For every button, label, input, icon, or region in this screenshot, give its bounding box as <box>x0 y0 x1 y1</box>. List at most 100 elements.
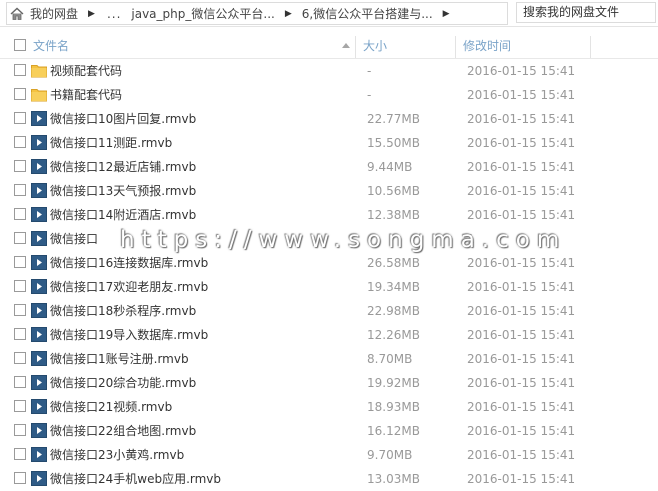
video-file-icon <box>31 447 47 462</box>
file-date: 2016-01-15 15:41 <box>467 304 576 318</box>
breadcrumb-folder-2[interactable]: 6,微信公众平台搭建与... <box>298 5 437 22</box>
file-row[interactable]: 微信接口22组合地图.rmvb 16.12MB 2016-01-15 15:41 <box>0 419 658 443</box>
file-size: 10.56MB <box>367 184 420 198</box>
select-all-checkbox[interactable] <box>14 39 26 51</box>
file-date: 2016-01-15 15:41 <box>467 424 576 438</box>
row-checkbox[interactable] <box>14 304 26 316</box>
column-divider[interactable] <box>590 36 591 58</box>
file-name[interactable]: 微信接口10图片回复.rmvb <box>50 107 196 131</box>
file-name[interactable]: 微信接口22组合地图.rmvb <box>50 419 196 443</box>
file-size: 12.26MB <box>367 328 420 342</box>
file-name[interactable]: 微信接口11测距.rmvb <box>50 131 172 155</box>
file-date: 2016-01-15 15:41 <box>467 160 576 174</box>
column-divider[interactable] <box>355 36 356 58</box>
home-icon[interactable] <box>10 7 24 21</box>
file-date: 2016-01-15 15:41 <box>467 208 576 222</box>
file-row[interactable]: 微信接口10图片回复.rmvb 22.77MB 2016-01-15 15:41 <box>0 107 658 131</box>
file-name[interactable]: 微信接口24手机web应用.rmvb <box>50 467 221 491</box>
file-name[interactable]: 微信接口21视频.rmvb <box>50 395 172 419</box>
file-row[interactable]: 微信接口23小黄鸡.rmvb 9.70MB 2016-01-15 15:41 <box>0 443 658 467</box>
file-row[interactable]: 微信接口17欢迎老朋友.rmvb 19.34MB 2016-01-15 15:41 <box>0 275 658 299</box>
column-size[interactable]: 大小 <box>363 34 387 58</box>
video-file-icon <box>31 207 47 222</box>
row-checkbox[interactable] <box>14 256 26 268</box>
file-row[interactable]: 书籍配套代码 - 2016-01-15 15:41 <box>0 83 658 107</box>
video-file-icon <box>31 303 47 318</box>
file-row[interactable]: 微信接口16连接数据库.rmvb 26.58MB 2016-01-15 15:41 <box>0 251 658 275</box>
breadcrumb-root[interactable]: 我的网盘 <box>26 5 82 22</box>
column-date[interactable]: 修改时间 <box>463 34 511 58</box>
file-name[interactable]: 微信接口14附近酒店.rmvb <box>50 203 196 227</box>
row-checkbox[interactable] <box>14 88 26 100</box>
file-row[interactable]: 微信接口21视频.rmvb 18.93MB 2016-01-15 15:41 <box>0 395 658 419</box>
file-name[interactable]: 微信接口20综合功能.rmvb <box>50 371 196 395</box>
file-row[interactable]: 微信接口13天气预报.rmvb 10.56MB 2016-01-15 15:41 <box>0 179 658 203</box>
video-file-icon <box>31 399 47 414</box>
file-name[interactable]: 书籍配套代码 <box>50 83 122 107</box>
row-checkbox[interactable] <box>14 448 26 460</box>
row-checkbox[interactable] <box>14 112 26 124</box>
file-row[interactable]: 微信接口19导入数据库.rmvb 12.26MB 2016-01-15 15:41 <box>0 323 658 347</box>
file-name[interactable]: 微信接口1账号注册.rmvb <box>50 347 189 371</box>
file-date: 2016-01-15 15:41 <box>467 256 576 270</box>
sort-up-icon[interactable] <box>342 43 350 48</box>
file-row[interactable]: 微信接口12最近店铺.rmvb 9.44MB 2016-01-15 15:41 <box>0 155 658 179</box>
row-checkbox[interactable] <box>14 208 26 220</box>
search-input[interactable]: 搜索我的网盘文件 <box>516 2 656 23</box>
row-checkbox[interactable] <box>14 64 26 76</box>
chevron-right-icon: ▶ <box>284 8 292 19</box>
row-checkbox[interactable] <box>14 400 26 412</box>
file-size: 26.58MB <box>367 256 420 270</box>
file-size: 22.98MB <box>367 304 420 318</box>
file-date: 2016-01-15 15:41 <box>467 88 576 102</box>
row-checkbox[interactable] <box>14 184 26 196</box>
file-name[interactable]: 微信接口19导入数据库.rmvb <box>50 323 208 347</box>
file-size: 13.03MB <box>367 472 420 486</box>
row-checkbox[interactable] <box>14 472 26 484</box>
file-name[interactable]: 微信接口18秒杀程序.rmvb <box>50 299 196 323</box>
video-file-icon <box>31 231 47 246</box>
file-size: 8.70MB <box>367 352 413 366</box>
file-name[interactable]: 微信接口17欢迎老朋友.rmvb <box>50 275 208 299</box>
column-divider[interactable] <box>455 36 456 58</box>
file-name[interactable]: 视频配套代码 <box>50 59 122 83</box>
top-bar: 我的网盘 ▶ ... java_php_微信公众平台... ▶ 6,微信公众平台… <box>0 0 658 27</box>
video-file-icon <box>31 375 47 390</box>
file-name[interactable]: 微信接口12最近店铺.rmvb <box>50 155 196 179</box>
file-name[interactable]: 微信接口23小黄鸡.rmvb <box>50 443 184 467</box>
file-size: 19.34MB <box>367 280 420 294</box>
file-date: 2016-01-15 15:41 <box>467 280 576 294</box>
watermark: https://www.songma.com <box>120 227 567 253</box>
row-checkbox[interactable] <box>14 352 26 364</box>
file-row[interactable]: 微信接口11测距.rmvb 15.50MB 2016-01-15 15:41 <box>0 131 658 155</box>
file-row[interactable]: 微信接口1账号注册.rmvb 8.70MB 2016-01-15 15:41 <box>0 347 658 371</box>
file-row[interactable]: 微信接口20综合功能.rmvb 19.92MB 2016-01-15 15:41 <box>0 371 658 395</box>
file-name[interactable]: 微信接口16连接数据库.rmvb <box>50 251 208 275</box>
file-size: 16.12MB <box>367 424 420 438</box>
row-checkbox[interactable] <box>14 424 26 436</box>
folder-icon <box>31 87 47 102</box>
file-date: 2016-01-15 15:41 <box>467 328 576 342</box>
file-row[interactable]: 微信接口14附近酒店.rmvb 12.38MB 2016-01-15 15:41 <box>0 203 658 227</box>
file-row[interactable]: 微信接口18秒杀程序.rmvb 22.98MB 2016-01-15 15:41 <box>0 299 658 323</box>
column-name[interactable]: 文件名 <box>33 34 69 58</box>
file-date: 2016-01-15 15:41 <box>467 448 576 462</box>
row-checkbox[interactable] <box>14 328 26 340</box>
row-checkbox[interactable] <box>14 280 26 292</box>
file-date: 2016-01-15 15:41 <box>467 184 576 198</box>
chevron-right-icon: ▶ <box>442 8 450 19</box>
breadcrumb-folder-1[interactable]: java_php_微信公众平台... <box>127 5 278 22</box>
video-file-icon <box>31 159 47 174</box>
row-checkbox[interactable] <box>14 232 26 244</box>
file-name[interactable]: 微信接口 <box>50 227 98 251</box>
file-name[interactable]: 微信接口13天气预报.rmvb <box>50 179 196 203</box>
row-checkbox[interactable] <box>14 160 26 172</box>
video-file-icon <box>31 351 47 366</box>
file-size: 9.44MB <box>367 160 413 174</box>
file-size: 15.50MB <box>367 136 420 150</box>
file-row[interactable]: 微信接口24手机web应用.rmvb 13.03MB 2016-01-15 15:4… <box>0 467 658 491</box>
row-checkbox[interactable] <box>14 376 26 388</box>
row-checkbox[interactable] <box>14 136 26 148</box>
breadcrumb-ellipsis[interactable]: ... <box>101 7 127 21</box>
file-row[interactable]: 视频配套代码 - 2016-01-15 15:41 <box>0 59 658 83</box>
